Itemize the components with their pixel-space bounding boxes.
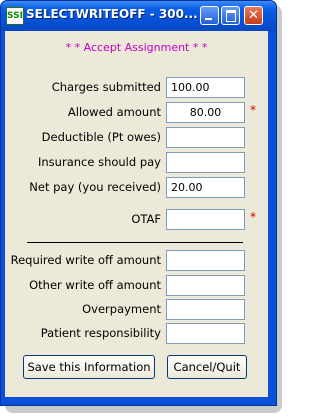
- patient-responsibility-label: Patient responsibility: [40, 326, 161, 340]
- window-title: SELECTWRITEOFF - 300...: [26, 7, 198, 21]
- otaf-required-marker: *: [250, 210, 256, 224]
- otaf-field[interactable]: [166, 209, 245, 230]
- save-information-button[interactable]: Save this Information: [23, 355, 155, 379]
- patient-responsibility-field[interactable]: [166, 323, 245, 344]
- minimize-icon: [201, 7, 218, 24]
- charges-submitted-label: Charges submitted: [51, 80, 161, 94]
- deductible-label: Deductible (Pt owes): [41, 130, 161, 144]
- overpayment-field[interactable]: [166, 299, 245, 320]
- dialog-body: * * Accept Assignment * * Charges submit…: [5, 31, 268, 397]
- minimize-button[interactable]: [200, 6, 219, 25]
- allowed-amount-required-marker: *: [250, 103, 256, 117]
- overpayment-label: Overpayment: [82, 302, 161, 316]
- maximize-button[interactable]: [221, 6, 240, 25]
- cancel-quit-button[interactable]: Cancel/Quit: [167, 355, 247, 379]
- assignment-banner: * * Accept Assignment * *: [65, 41, 208, 54]
- dialog-window: SSI SELECTWRITEOFF - 300... ✕ * * Accept…: [0, 0, 277, 406]
- maximize-icon: [222, 7, 239, 24]
- net-pay-field[interactable]: 20.00: [166, 177, 245, 198]
- app-icon: SSI: [6, 7, 24, 25]
- required-write-off-field[interactable]: [166, 250, 245, 271]
- other-write-off-field[interactable]: [166, 275, 245, 296]
- close-button[interactable]: ✕: [244, 6, 263, 25]
- separator-line: [27, 242, 243, 243]
- insurance-should-pay-label: Insurance should pay: [38, 155, 161, 169]
- allowed-amount-label: Allowed amount: [67, 105, 161, 119]
- other-write-off-label: Other write off amount: [29, 278, 161, 292]
- required-write-off-label: Required write off amount: [10, 253, 161, 267]
- close-icon: ✕: [248, 8, 259, 23]
- net-pay-label: Net pay (you received): [29, 180, 161, 194]
- otaf-label: OTAF: [131, 212, 161, 226]
- deductible-field[interactable]: [166, 127, 245, 148]
- allowed-amount-field[interactable]: 80.00: [166, 102, 245, 123]
- title-bar[interactable]: SSI SELECTWRITEOFF - 300... ✕: [1, 1, 276, 31]
- insurance-should-pay-field[interactable]: [166, 152, 245, 173]
- charges-submitted-field[interactable]: 100.00: [166, 77, 245, 98]
